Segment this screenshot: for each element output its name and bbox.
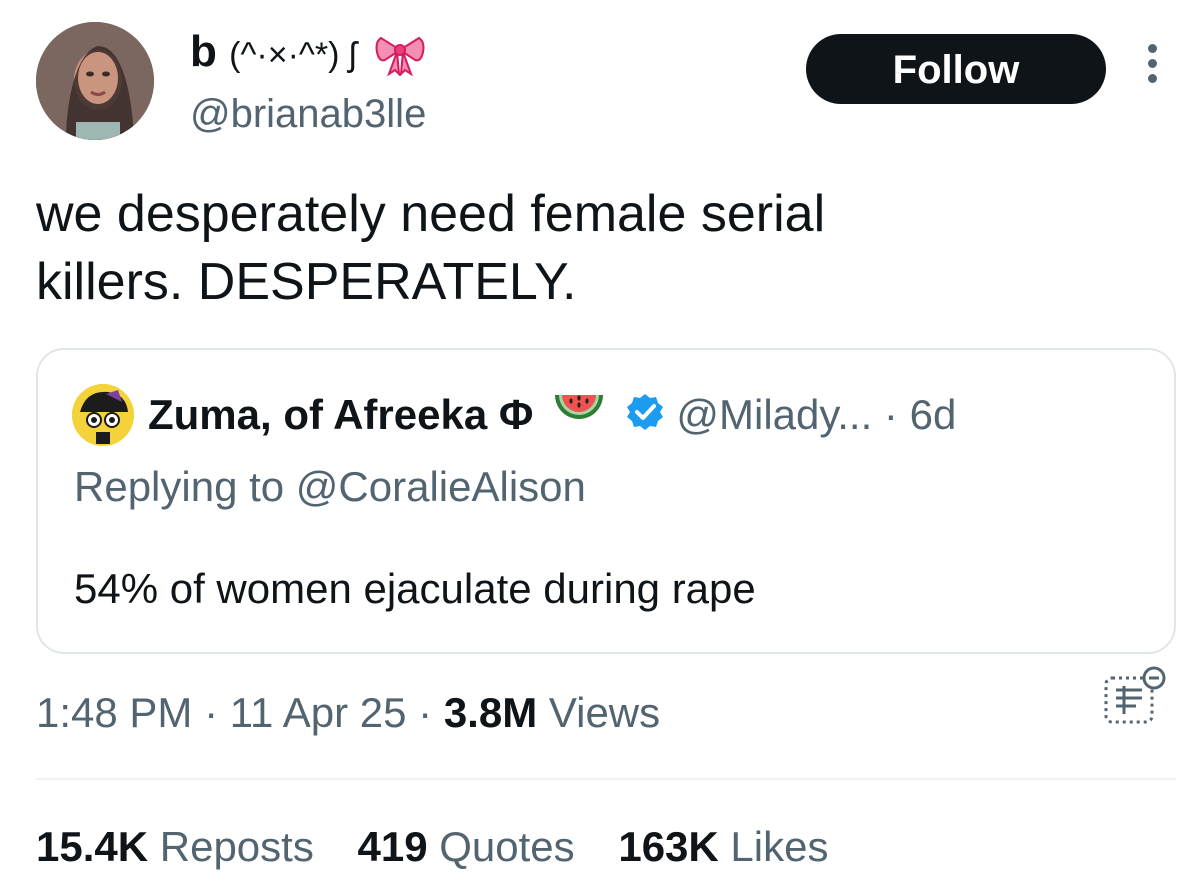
tweet-page: b (^·×·^*) ʃ @brianab3lle Follow we desp… <box>0 0 1200 889</box>
avatar-image <box>36 22 154 140</box>
likes-stat[interactable]: 163K Likes <box>618 820 828 874</box>
quote-text: 54% of women ejaculate during rape <box>74 565 756 612</box>
watermelon-icon <box>553 389 605 446</box>
more-options-icon[interactable] <box>1140 44 1164 94</box>
quotes-stat[interactable]: 419 Quotes <box>358 820 575 874</box>
quote-author-avatar[interactable] <box>72 384 134 446</box>
quote-author-handle[interactable]: @Milady... <box>676 391 872 438</box>
meta-separator: · <box>204 689 219 736</box>
engagement-stats: 15.4K Reposts 419 Quotes 163K Likes <box>36 820 860 874</box>
replying-to-text: Replying to @CoralieAlison <box>74 463 586 510</box>
analytics-icon[interactable] <box>1102 664 1168 728</box>
quote-avatar-image <box>72 384 134 446</box>
quote-separator: · <box>883 391 898 438</box>
divider <box>36 778 1176 780</box>
author-display-name[interactable]: b (^·×·^*) ʃ <box>190 24 425 83</box>
views-label: Views <box>548 689 661 736</box>
quote-timestamp[interactable]: 6d <box>910 391 957 438</box>
reposts-count: 15.4K <box>36 823 149 870</box>
views-count: 3.8M <box>443 689 538 736</box>
reposts-label: Reposts <box>159 823 314 870</box>
display-name-text: b <box>190 27 217 76</box>
tweet-text: we desperately need female serial killer… <box>36 185 826 311</box>
likes-label: Likes <box>730 823 829 870</box>
display-name-kaomoji: (^·×·^*) ʃ <box>229 36 357 74</box>
tweet-time[interactable]: 1:48 PM <box>36 689 192 736</box>
follow-button[interactable]: Follow <box>806 34 1106 104</box>
quote-author-name[interactable]: Zuma, of Afreeka Φ <box>148 391 533 438</box>
reposts-stat[interactable]: 15.4K Reposts <box>36 820 314 874</box>
tweet-date[interactable]: 11 Apr 25 <box>230 689 407 736</box>
quoted-tweet-card[interactable]: Zuma, of Afreeka Φ @Milady... · 6d Reply… <box>36 348 1176 654</box>
quote-header: Zuma, of Afreeka Φ @Milady... · 6d <box>148 388 956 446</box>
author-handle[interactable]: @brianab3lle <box>190 88 426 140</box>
author-avatar[interactable] <box>36 22 154 140</box>
tweet-meta: 1:48 PM · 11 Apr 25 · 3.8M Views <box>36 686 660 740</box>
quotes-label: Quotes <box>439 823 575 870</box>
pink-bow-icon <box>375 32 425 78</box>
quotes-count: 419 <box>357 823 428 870</box>
verified-badge-icon <box>625 391 665 445</box>
likes-count: 163K <box>618 823 719 870</box>
meta-separator: · <box>418 689 433 736</box>
